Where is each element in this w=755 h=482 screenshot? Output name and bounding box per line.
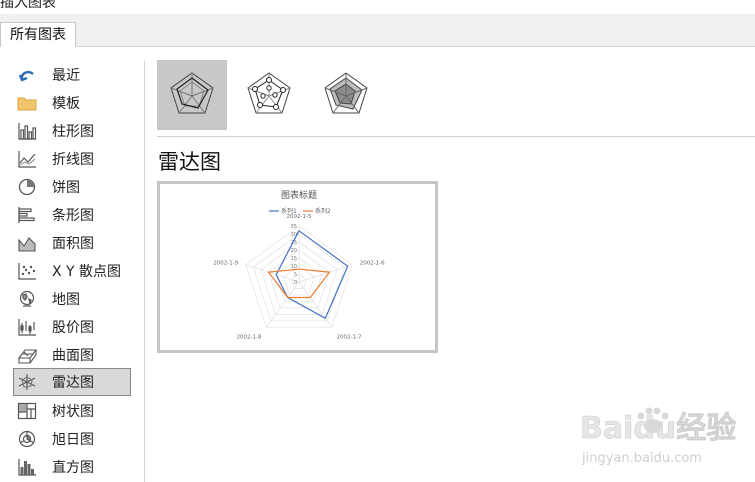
radar-markers-icon	[245, 70, 293, 120]
bar-chart-icon	[16, 205, 38, 225]
pie-chart-icon	[16, 177, 38, 197]
area-chart-icon	[16, 233, 38, 253]
radial-tick-label: 20	[291, 248, 297, 254]
sidebar-item-label: 模板	[52, 96, 80, 112]
sidebar-item-label: 柱形图	[52, 124, 94, 140]
chart-title: 图表标题	[281, 189, 317, 201]
histogram-chart-icon	[16, 457, 38, 477]
sidebar-item-label: 地图	[52, 292, 80, 308]
sunburst-chart-icon	[16, 429, 38, 449]
sidebar-item-label: 雷达图	[52, 375, 94, 391]
folder-icon	[16, 93, 38, 113]
sidebar-item-label: 最近	[52, 68, 80, 84]
radar-basic-icon	[168, 70, 216, 120]
category-label: 2002-1-6	[360, 260, 385, 266]
sidebar-item-label: 直方图	[52, 460, 94, 476]
sidebar-item-label: 旭日图	[52, 432, 94, 448]
subtype-radar[interactable]	[157, 60, 227, 130]
tab-all-charts[interactable]: 所有图表	[0, 22, 76, 47]
sidebar-item-stock[interactable]: 股价图	[14, 314, 130, 340]
sidebar-item-templates[interactable]: 模板	[14, 90, 130, 116]
radar-filled-icon	[322, 70, 370, 120]
sidebar-item-surface[interactable]: 曲面图	[14, 342, 130, 368]
sidebar-item-area[interactable]: 面积图	[14, 230, 130, 256]
sidebar-item-label: X Y 散点图	[52, 264, 122, 280]
category-label: 2002-1-8	[237, 335, 262, 341]
radar-chart: 图表标题系列1 系列2051015202530352002-1-52002-1-6…	[213, 189, 385, 341]
line-chart-icon	[16, 149, 38, 169]
radar-chart-icon	[16, 372, 38, 392]
sidebar-item-sunburst[interactable]: 旭日图	[14, 426, 130, 452]
radial-tick-label: 35	[291, 224, 297, 230]
legend-entry: 系列2	[315, 207, 331, 215]
sidebar-item-label: 股价图	[52, 320, 94, 336]
baidu-watermark: Baidu经验 jingyan.baidu.com	[578, 400, 748, 470]
column-chart-icon	[16, 121, 38, 141]
sidebar-item-map[interactable]: 地图	[14, 286, 130, 312]
gallery-divider	[157, 136, 755, 137]
chart-type-sidebar: 最近 模板 柱形图 折线图 饼图 条形图 面积图 X Y 散点图 地图 股价图 …	[0, 60, 145, 482]
sidebar-item-scatter[interactable]: X Y 散点图	[14, 258, 130, 284]
category-label: 2002-1-5	[287, 214, 312, 220]
category-label: 2002-1-7	[337, 335, 362, 341]
watermark-url: jingyan.baidu.com	[581, 451, 702, 466]
sidebar-item-pie[interactable]: 饼图	[14, 174, 130, 200]
sidebar-item-radar[interactable]: 雷达图	[13, 368, 131, 396]
recent-arrow-icon	[16, 65, 38, 85]
treemap-chart-icon	[16, 401, 38, 421]
sidebar-item-label: 饼图	[52, 180, 80, 196]
window-title-remnant: 插入图表	[0, 0, 755, 14]
sidebar-item-treemap[interactable]: 树状图	[14, 398, 130, 424]
sidebar-item-label: 条形图	[52, 208, 94, 224]
sidebar-item-recent[interactable]: 最近	[14, 62, 130, 88]
sidebar-item-bar[interactable]: 条形图	[14, 202, 130, 228]
sidebar-item-column[interactable]: 柱形图	[14, 118, 130, 144]
map-chart-icon	[16, 289, 38, 309]
sidebar-item-label: 树状图	[52, 404, 94, 420]
sidebar-item-label: 折线图	[52, 152, 94, 168]
stock-chart-icon	[16, 317, 38, 337]
scatter-chart-icon	[16, 261, 38, 281]
tab-bar: 所有图表	[0, 14, 755, 47]
radial-tick-label: 0	[294, 280, 297, 286]
subtype-filled-radar[interactable]	[311, 60, 381, 130]
subtype-radar-with-markers[interactable]	[234, 60, 304, 130]
chart-type-heading: 雷达图	[158, 150, 221, 174]
sidebar-item-label: 曲面图	[52, 348, 94, 364]
sidebar-item-label: 面积图	[52, 236, 94, 252]
category-label: 2002-1-9	[213, 260, 238, 266]
sidebar-item-histogram[interactable]: 直方图	[14, 454, 130, 480]
sidebar-item-line[interactable]: 折线图	[14, 146, 130, 172]
chart-preview[interactable]: 图表标题 系列1 系列2 0 5 10 15 20 25 30 35 2002-1-5 2002-1-6…	[157, 181, 438, 353]
surface-chart-icon	[16, 345, 38, 365]
radial-tick-label: 5	[294, 272, 297, 278]
radial-tick-label: 15	[291, 256, 297, 262]
